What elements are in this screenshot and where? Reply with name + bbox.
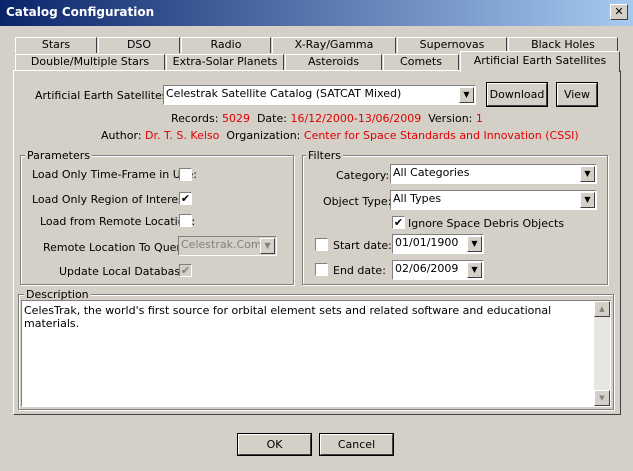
window-title: Catalog Configuration <box>6 5 155 19</box>
catalog-label: Artificial Earth Satellites: <box>35 89 172 102</box>
chevron-down-icon[interactable]: ▼ <box>467 262 482 278</box>
chevron-down-icon[interactable]: ▼ <box>580 166 595 182</box>
end-date-checkbox[interactable] <box>315 263 328 276</box>
tab-stars[interactable]: Stars <box>15 37 97 53</box>
chevron-down-icon[interactable]: ▼ <box>580 192 595 208</box>
org-label: Organization: <box>226 129 301 142</box>
region-checkbox[interactable]: ✔ <box>179 192 192 205</box>
tab-extra-solar-planets[interactable]: Extra-Solar Planets <box>166 54 284 71</box>
scroll-up-icon[interactable]: ▲ <box>594 301 610 317</box>
tab-dso[interactable]: DSO <box>98 37 180 53</box>
records-info: Records: 5029 Date: 16/12/2000-13/06/200… <box>171 112 483 125</box>
version-value: 1 <box>475 112 483 125</box>
update-label: Update Local Database: <box>59 265 191 278</box>
object-type-select[interactable]: All Types ▼ <box>390 190 597 210</box>
remote-checkbox[interactable] <box>179 214 192 227</box>
records-value: 5029 <box>221 112 250 125</box>
remote-query-select[interactable]: Celestrak.Com ▼ <box>178 236 277 256</box>
version-label: Version: <box>428 112 473 125</box>
tab-comets[interactable]: Comets <box>383 54 459 71</box>
update-checkbox[interactable]: ✔ <box>179 264 192 277</box>
tab-artificial-earth-satellites[interactable]: Artificial Earth Satellites <box>460 51 620 72</box>
start-date-label: Start date: <box>333 239 392 252</box>
start-date-value: 01/01/1900 <box>395 236 459 249</box>
ok-button[interactable]: OK <box>237 433 312 456</box>
start-date-checkbox[interactable] <box>315 238 328 251</box>
category-value: All Categories <box>393 166 470 179</box>
remote-query-label: Remote Location To Query: <box>43 241 191 254</box>
chevron-down-icon[interactable]: ▼ <box>467 236 482 252</box>
date-label: Date: <box>256 112 287 125</box>
start-date-picker[interactable]: 01/01/1900 ▼ <box>392 234 484 254</box>
download-button[interactable]: Download <box>486 82 548 107</box>
ignore-debris-label: Ignore Space Debris Objects <box>408 217 565 230</box>
view-button[interactable]: View <box>556 82 598 107</box>
catalog-select-value: Celestrak Satellite Catalog (SATCAT Mixe… <box>166 87 402 100</box>
chevron-down-icon[interactable]: ▼ <box>260 238 275 254</box>
ignore-debris-checkbox[interactable]: ✔ <box>392 216 405 229</box>
description-textarea[interactable]: CelesTrak, the world's first source for … <box>21 300 611 407</box>
author-info: Author: Dr. T. S. Kelso Organization: Ce… <box>101 129 579 142</box>
tab-xray-gamma[interactable]: X-Ray/Gamma <box>272 37 396 53</box>
end-date-label: End date: <box>333 264 386 277</box>
scroll-down-icon[interactable]: ▼ <box>594 390 610 406</box>
catalog-select[interactable]: Celestrak Satellite Catalog (SATCAT Mixe… <box>163 85 476 105</box>
region-label: Load Only Region of Interest: <box>32 193 192 206</box>
description-text: CelesTrak, the world's first source for … <box>24 304 552 330</box>
records-label: Records: <box>171 112 219 125</box>
author-value: Dr. T. S. Kelso <box>145 129 220 142</box>
author-label: Author: <box>101 129 142 142</box>
tab-radio[interactable]: Radio <box>181 37 271 53</box>
remote-query-value: Celestrak.Com <box>181 238 262 251</box>
close-button[interactable]: ✕ <box>610 4 628 20</box>
chevron-down-icon[interactable]: ▼ <box>459 87 474 103</box>
category-label: Category: <box>336 169 390 182</box>
time-frame-label: Load Only Time-Frame in Use: <box>32 168 198 181</box>
filters-title: Filters <box>306 149 343 162</box>
cancel-button[interactable]: Cancel <box>319 433 394 456</box>
end-date-value: 02/06/2009 <box>395 262 459 275</box>
parameters-title: Parameters <box>25 149 92 162</box>
org-value: Center for Space Standards and Innovatio… <box>303 129 579 142</box>
end-date-picker[interactable]: 02/06/2009 ▼ <box>392 260 484 280</box>
tab-asteroids[interactable]: Asteroids <box>285 54 382 71</box>
object-type-label: Object Type: <box>323 195 392 208</box>
date-value: 16/12/2000-13/06/2009 <box>290 112 422 125</box>
tab-double-multiple-stars[interactable]: Double/Multiple Stars <box>15 54 165 71</box>
category-select[interactable]: All Categories ▼ <box>390 164 597 184</box>
description-scrollbar[interactable]: ▲ ▼ <box>594 301 610 406</box>
object-type-value: All Types <box>393 192 442 205</box>
time-frame-checkbox[interactable] <box>179 168 192 181</box>
remote-label: Load from Remote Location: <box>40 215 196 228</box>
